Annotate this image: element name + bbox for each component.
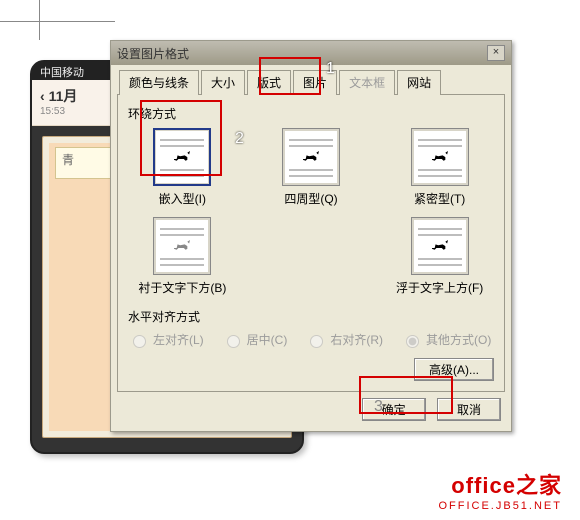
- dog-icon: [171, 236, 193, 252]
- advanced-button[interactable]: 高级(A)...: [414, 358, 494, 381]
- halign-radios: 左对齐(L) 居中(C) 右对齐(R) 其他方式(O): [128, 331, 494, 348]
- close-button[interactable]: ×: [487, 45, 505, 61]
- wrap-option-infront[interactable]: 浮于文字上方(F): [385, 217, 494, 296]
- dog-icon: [429, 236, 451, 252]
- format-picture-dialog: 设置图片格式 × 颜色与线条 大小 版式 图片 文本框 网站 环绕方式 嵌入型(…: [110, 40, 512, 432]
- wrap-thumb-inline: [153, 128, 211, 186]
- tab-colors-lines[interactable]: 颜色与线条: [119, 70, 199, 95]
- tab-web[interactable]: 网站: [397, 70, 441, 95]
- wrap-option-tight[interactable]: 紧密型(T): [385, 128, 494, 207]
- wrap-thumb-behind: [153, 217, 211, 275]
- tab-strip: 颜色与线条 大小 版式 图片 文本框 网站: [111, 65, 511, 94]
- ruler-vertical: [39, 0, 40, 40]
- watermark-line2: OFFICE.JB51.NET: [438, 500, 562, 512]
- radio-left: 左对齐(L): [128, 331, 204, 348]
- dog-icon: [429, 147, 451, 163]
- annotation-1: 1: [326, 60, 335, 78]
- wrap-option-behind[interactable]: 衬于文字下方(B): [128, 217, 237, 296]
- tab-panel-layout: 环绕方式 嵌入型(I) 四周型(Q) 紧密型(T) 衬于文字下方(B): [117, 94, 505, 392]
- annotation-3: 3: [374, 398, 383, 416]
- carrier-label: 中国移动: [40, 67, 84, 79]
- radio-center: 居中(C): [222, 331, 288, 348]
- wrap-group-label: 环绕方式: [128, 105, 494, 122]
- tab-size[interactable]: 大小: [201, 70, 245, 95]
- wrap-thumb-tight: [411, 128, 469, 186]
- ok-button[interactable]: 确定: [362, 398, 426, 421]
- dog-icon: [300, 147, 322, 163]
- dog-icon: [171, 147, 193, 163]
- wrap-label-infront: 浮于文字上方(F): [385, 279, 494, 296]
- wrap-option-square[interactable]: 四周型(Q): [257, 128, 366, 207]
- advanced-row: 高级(A)...: [128, 358, 494, 381]
- ruler-horizontal: [0, 21, 115, 22]
- wrap-label-tight: 紧密型(T): [385, 190, 494, 207]
- radio-right: 右对齐(R): [305, 331, 383, 348]
- tab-layout[interactable]: 版式: [247, 70, 291, 95]
- wrap-option-inline[interactable]: 嵌入型(I): [128, 128, 237, 207]
- watermark-line1: office之家: [438, 468, 562, 500]
- radio-other: 其他方式(O): [401, 331, 491, 348]
- radio-left-input: [133, 335, 146, 348]
- dialog-buttons: 确定 取消: [111, 398, 511, 431]
- wrap-label-square: 四周型(Q): [257, 190, 366, 207]
- wrap-thumb-square: [282, 128, 340, 186]
- tab-textbox: 文本框: [339, 70, 395, 95]
- dialog-title: 设置图片格式: [117, 45, 189, 62]
- cancel-button[interactable]: 取消: [437, 398, 501, 421]
- wrap-thumb-infront: [411, 217, 469, 275]
- halign-group-label: 水平对齐方式: [128, 308, 494, 325]
- wrap-label-behind: 衬于文字下方(B): [128, 279, 237, 296]
- watermark: office之家 OFFICE.JB51.NET: [438, 468, 562, 512]
- halign-group: 水平对齐方式 左对齐(L) 居中(C) 右对齐(R) 其他方式(O): [128, 308, 494, 348]
- radio-other-input: [406, 335, 419, 348]
- annotation-2: 2: [235, 130, 244, 148]
- radio-center-input: [227, 335, 240, 348]
- radio-right-input: [310, 335, 323, 348]
- wrap-label-inline: 嵌入型(I): [128, 190, 237, 207]
- dialog-titlebar[interactable]: 设置图片格式 ×: [111, 41, 511, 65]
- wrap-options: 嵌入型(I) 四周型(Q) 紧密型(T) 衬于文字下方(B) 浮于文字上方(F): [128, 128, 494, 296]
